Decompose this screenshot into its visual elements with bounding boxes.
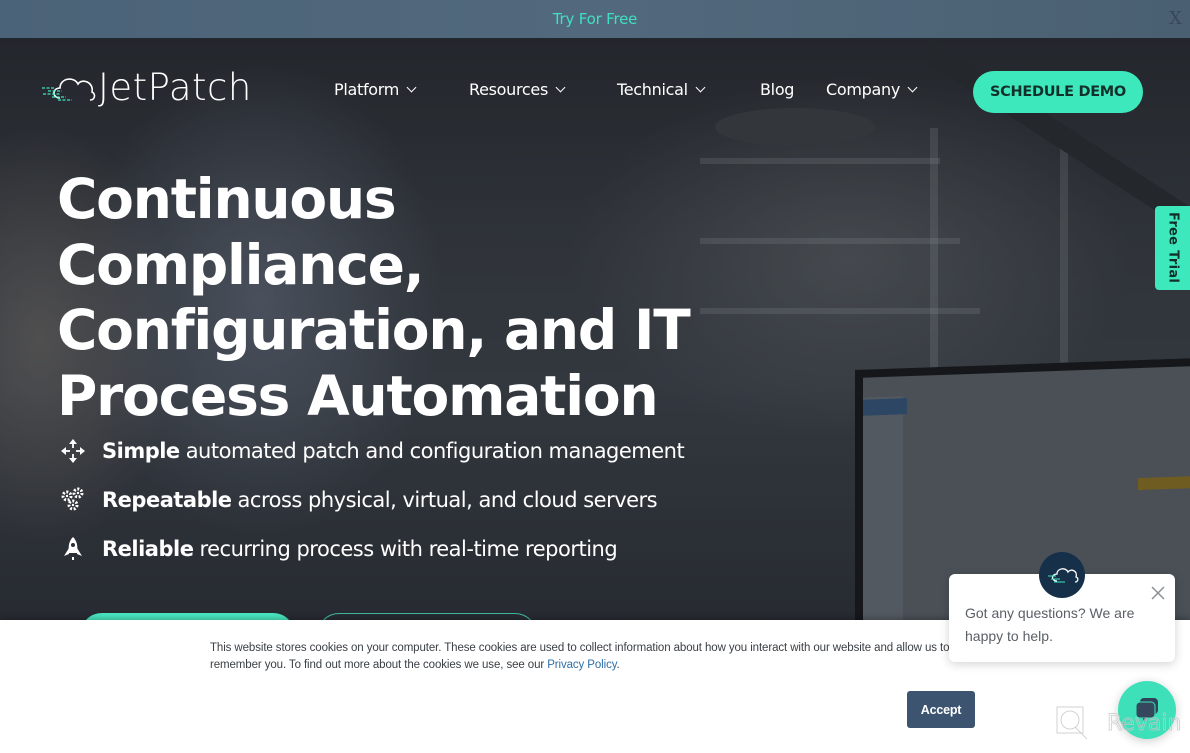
schedule-demo-button[interactable]: SCHEDULE DEMO [973, 71, 1143, 113]
feature-item: Repeatable across physical, virtual, and… [60, 487, 658, 513]
nav-label: Platform [334, 80, 400, 99]
gears-icon [60, 487, 86, 513]
cookie-text-end: . [616, 659, 620, 671]
chat-bubble-icon [1135, 698, 1158, 722]
chat-avatar [1039, 552, 1085, 598]
free-trial-label: Free Trial [1165, 212, 1181, 284]
cloud-logo-icon [42, 78, 96, 101]
nav-company[interactable]: Company [826, 80, 918, 99]
free-trial-tab[interactable]: Free Trial [1155, 206, 1190, 290]
feature-bold: Simple [102, 439, 180, 463]
nav-resources[interactable]: Resources [469, 80, 566, 99]
feature-text: across physical, virtual, and cloud serv… [237, 488, 658, 512]
nav-label: Company [826, 80, 901, 99]
nav-platform[interactable]: Platform [334, 80, 417, 99]
chevron-down-icon [695, 82, 706, 92]
logo-text: JetPatch [98, 65, 252, 109]
feature-text: recurring process with real-time reporti… [199, 537, 618, 561]
feature-text: automated patch and configuration manage… [185, 439, 685, 463]
chevron-down-icon [907, 82, 918, 92]
chevron-down-icon [555, 82, 566, 92]
headline-line: Compliance, [57, 232, 425, 297]
try-for-free-link[interactable]: Try For Free [553, 10, 638, 28]
promo-close-button[interactable]: X [1169, 8, 1182, 29]
feature-bold: Repeatable [102, 488, 232, 512]
chevron-down-icon [406, 82, 417, 92]
nav-blog[interactable]: Blog [760, 80, 794, 99]
cloud-logo-icon [1048, 568, 1079, 583]
headline-line: Continuous [57, 167, 397, 231]
arrows-move-icon [60, 438, 86, 464]
cookie-text: This website stores cookies on your comp… [210, 640, 970, 674]
headline-line: Process Automation [57, 363, 659, 428]
rocket-icon [60, 536, 86, 562]
hero-headline: Continuous Compliance, Configuration, an… [57, 167, 691, 429]
accept-cookies-button[interactable]: Accept [907, 691, 975, 728]
feature-bold: Reliable [102, 537, 194, 561]
promo-bar: Try For Free X [0, 0, 1190, 38]
feature-item: Reliable recurring process with real-tim… [60, 536, 618, 562]
feature-item: Simple automated patch and configuration… [60, 438, 685, 464]
chat-message: Got any questions? We are happy to help. [965, 605, 1135, 644]
nav-label: Technical [617, 80, 688, 99]
nav-label: Blog [760, 80, 795, 99]
nav-label: Resources [469, 80, 549, 99]
close-icon[interactable] [1149, 584, 1167, 602]
headline-line: Configuration, and IT [57, 298, 691, 362]
nav-technical[interactable]: Technical [617, 80, 706, 99]
jetpatch-logo[interactable]: JetPatch [40, 66, 252, 108]
chat-launcher-button[interactable] [1118, 681, 1176, 739]
privacy-policy-link[interactable]: Privacy Policy [547, 659, 616, 671]
